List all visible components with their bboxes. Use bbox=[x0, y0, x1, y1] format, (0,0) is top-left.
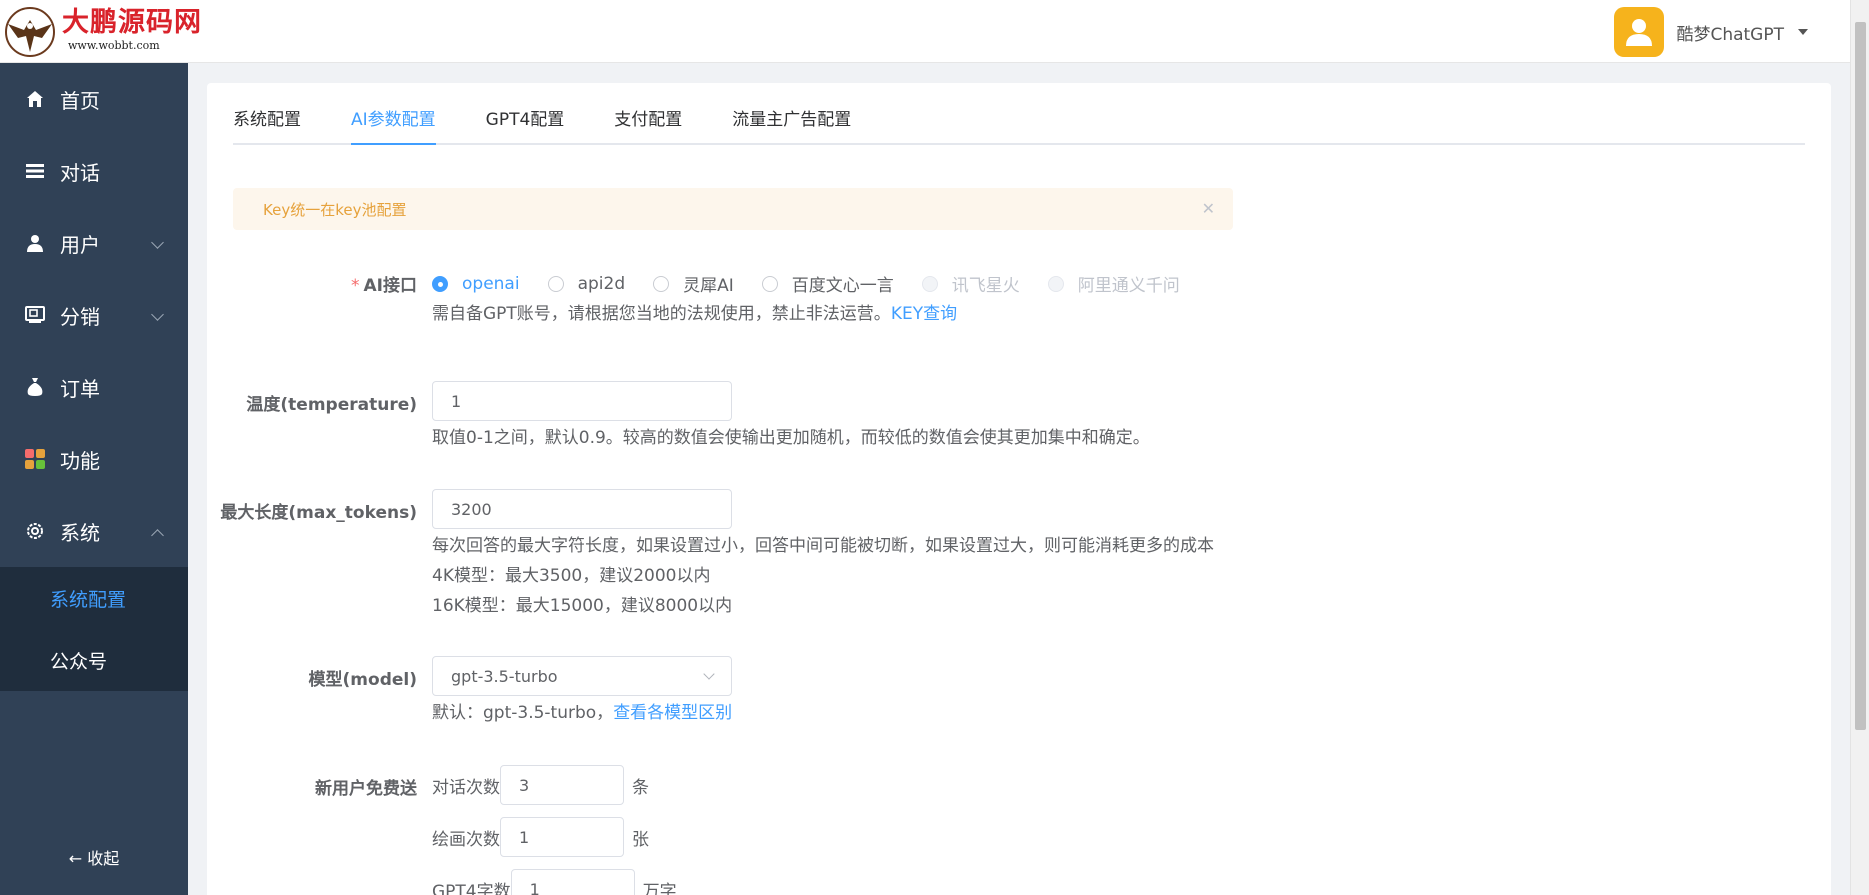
sidebar: 首页 对话 用户 分销 订单 功能 系统 系统配置 公众号 ← 收起 bbox=[0, 63, 188, 895]
free-chat-count-input[interactable] bbox=[500, 765, 624, 805]
sidebar-item-label: 首页 bbox=[60, 88, 100, 113]
sidebar-item-system[interactable]: 系统 bbox=[0, 495, 188, 567]
free-gpt4-words-row: GPT4字数 万字 bbox=[432, 869, 677, 895]
free-chat-prefix: 对话次数 bbox=[432, 777, 500, 798]
collapse-sidebar-button[interactable]: ← 收起 bbox=[0, 845, 188, 869]
close-icon[interactable]: ✕ bbox=[1202, 199, 1215, 218]
tab-ai-params[interactable]: AI参数配置 bbox=[351, 81, 436, 145]
model-select[interactable]: gpt-3.5-turbo bbox=[432, 656, 732, 696]
chevron-down-icon bbox=[151, 308, 164, 321]
chevron-down-icon bbox=[703, 668, 715, 680]
settings-tabs: 系统配置 AI参数配置 GPT4配置 支付配置 流量主广告配置 bbox=[233, 83, 1805, 145]
free-gift-label: 新用户免费送 bbox=[315, 779, 417, 799]
user-menu[interactable]: 酷梦ChatGPT bbox=[1614, 7, 1808, 57]
max-tokens-help: 每次回答的最大字符长度，如果设置过小，回答中间可能被切断，如果设置过大，则可能消… bbox=[432, 531, 1214, 621]
money-bag-icon bbox=[24, 376, 46, 398]
free-draw-count-row: 绘画次数 张 bbox=[432, 817, 649, 857]
tab-gpt4-config[interactable]: GPT4配置 bbox=[486, 81, 565, 143]
sidebar-item-label: 功能 bbox=[60, 448, 100, 473]
radio-baidu-wenxin[interactable]: 百度文心一言 bbox=[761, 271, 894, 296]
gear-icon bbox=[24, 520, 46, 542]
sidebar-item-chat[interactable]: 对话 bbox=[0, 135, 188, 207]
alert-text: Key统一在key池配置 bbox=[263, 200, 407, 219]
caret-down-icon bbox=[1798, 29, 1808, 35]
username: 酷梦ChatGPT bbox=[1676, 24, 1784, 45]
max-tokens-help-line: 4K模型：最大3500，建议2000以内 bbox=[432, 566, 711, 586]
temperature-input[interactable] bbox=[432, 381, 732, 421]
sidebar-item-home[interactable]: 首页 bbox=[0, 63, 188, 135]
free-draw-count-input[interactable] bbox=[500, 817, 624, 857]
sidebar-item-label: 系统 bbox=[60, 520, 100, 545]
collapse-label: 收起 bbox=[87, 849, 120, 868]
system-submenu: 系统配置 公众号 bbox=[0, 567, 188, 691]
eagle-logo-icon bbox=[5, 7, 55, 57]
free-chat-unit: 条 bbox=[632, 777, 649, 798]
model-select-value: gpt-3.5-turbo bbox=[451, 666, 558, 686]
sidebar-item-label: 用户 bbox=[60, 232, 100, 257]
tab-system-config[interactable]: 系统配置 bbox=[233, 81, 301, 143]
tab-ad-config[interactable]: 流量主广告配置 bbox=[732, 81, 851, 143]
settings-card: 系统配置 AI参数配置 GPT4配置 支付配置 流量主广告配置 Key统一在ke… bbox=[207, 83, 1831, 895]
free-draw-unit: 张 bbox=[632, 829, 649, 850]
radio-api2d[interactable]: api2d bbox=[547, 274, 625, 294]
scrollbar-thumb[interactable] bbox=[1855, 22, 1866, 730]
form-row-temperature: 温度(temperature) 取值0-1之间，默认0.9。较高的数值会使输出更… bbox=[207, 381, 1607, 451]
sidebar-item-label: 订单 bbox=[60, 376, 100, 401]
ai-api-radio-group: openai api2d 灵犀AI 百度文心一言 讯飞星火 阿里通义千问 bbox=[432, 271, 1208, 296]
form-row-free-gift: 新用户免费送 对话次数 条 绘画次数 张 GPT4字数 万字 bbox=[207, 765, 1607, 895]
list-icon bbox=[24, 160, 46, 182]
ai-api-help: 需自备GPT账号，请根据您当地的法规使用，禁止非法运营。KEY查询 bbox=[432, 304, 958, 324]
top-header: 大鹏源码网 www.wobbt.com 酷梦ChatGPT bbox=[0, 0, 1850, 63]
chevron-down-icon bbox=[151, 236, 164, 249]
radio-xunfei-spark: 讯飞星火 bbox=[921, 271, 1020, 296]
page-scrollbar[interactable] bbox=[1850, 0, 1869, 895]
sidebar-item-label: 分销 bbox=[60, 304, 100, 329]
model-diff-link[interactable]: 查看各模型区别 bbox=[613, 703, 732, 723]
temperature-help: 取值0-1之间，默认0.9。较高的数值会使输出更加随机，而较低的数值会使其更加集… bbox=[432, 428, 1150, 448]
sidebar-item-label: 对话 bbox=[60, 160, 100, 185]
max-tokens-input[interactable] bbox=[432, 489, 732, 529]
sidebar-item-distribution[interactable]: 分销 bbox=[0, 279, 188, 351]
form-row-model: 模型(model) gpt-3.5-turbo 默认：gpt-3.5-turbo… bbox=[207, 656, 1607, 726]
radio-ali-tongyi: 阿里通义千问 bbox=[1047, 271, 1180, 296]
arrow-left-icon: ← bbox=[68, 849, 83, 868]
radio-openai[interactable]: openai bbox=[432, 274, 520, 294]
max-tokens-help-line: 每次回答的最大字符长度，如果设置过小，回答中间可能被切断，如果设置过大，则可能消… bbox=[432, 536, 1214, 556]
sidebar-subitem-official-account[interactable]: 公众号 bbox=[0, 629, 188, 691]
radio-lingxi-ai[interactable]: 灵犀AI bbox=[653, 271, 734, 296]
max-tokens-help-line: 16K模型：最大15000，建议8000以内 bbox=[432, 596, 733, 616]
ai-api-label: * AI接口 bbox=[351, 276, 417, 296]
tab-payment-config[interactable]: 支付配置 bbox=[614, 81, 682, 143]
sidebar-subitem-system-config[interactable]: 系统配置 bbox=[0, 567, 188, 629]
free-chat-count-row: 对话次数 条 bbox=[432, 765, 649, 805]
sidebar-item-users[interactable]: 用户 bbox=[0, 207, 188, 279]
model-label: 模型(model) bbox=[308, 670, 417, 690]
logo-url: www.wobbt.com bbox=[68, 39, 160, 52]
free-gpt4-prefix: GPT4字数 bbox=[432, 881, 511, 895]
key-pool-alert: Key统一在key池配置 ✕ bbox=[233, 188, 1233, 230]
home-icon bbox=[24, 88, 46, 110]
apps-icon bbox=[24, 448, 46, 470]
chevron-up-icon bbox=[151, 529, 164, 542]
model-help: 默认：gpt-3.5-turbo，查看各模型区别 bbox=[432, 703, 733, 723]
user-icon bbox=[24, 232, 46, 254]
distribution-icon bbox=[24, 304, 46, 326]
temperature-label: 温度(temperature) bbox=[246, 395, 417, 415]
avatar bbox=[1614, 7, 1665, 57]
form-row-ai-api: * AI接口 openai api2d 灵犀AI 百度文心一言 讯飞星火 阿里通义… bbox=[207, 271, 1607, 341]
key-query-link[interactable]: KEY查询 bbox=[891, 304, 957, 324]
sidebar-item-features[interactable]: 功能 bbox=[0, 423, 188, 495]
sidebar-item-orders[interactable]: 订单 bbox=[0, 351, 188, 423]
form-row-max-tokens: 最大长度(max_tokens) 每次回答的最大字符长度，如果设置过小，回答中间… bbox=[207, 489, 1607, 619]
user-avatar-icon bbox=[1626, 19, 1653, 46]
logo[interactable]: 大鹏源码网 www.wobbt.com bbox=[4, 6, 202, 60]
free-draw-prefix: 绘画次数 bbox=[432, 829, 500, 850]
logo-title: 大鹏源码网 bbox=[62, 7, 202, 38]
free-gpt4-words-input[interactable] bbox=[510, 869, 635, 895]
max-tokens-label: 最大长度(max_tokens) bbox=[220, 503, 417, 523]
free-gpt4-unit: 万字 bbox=[642, 881, 677, 895]
